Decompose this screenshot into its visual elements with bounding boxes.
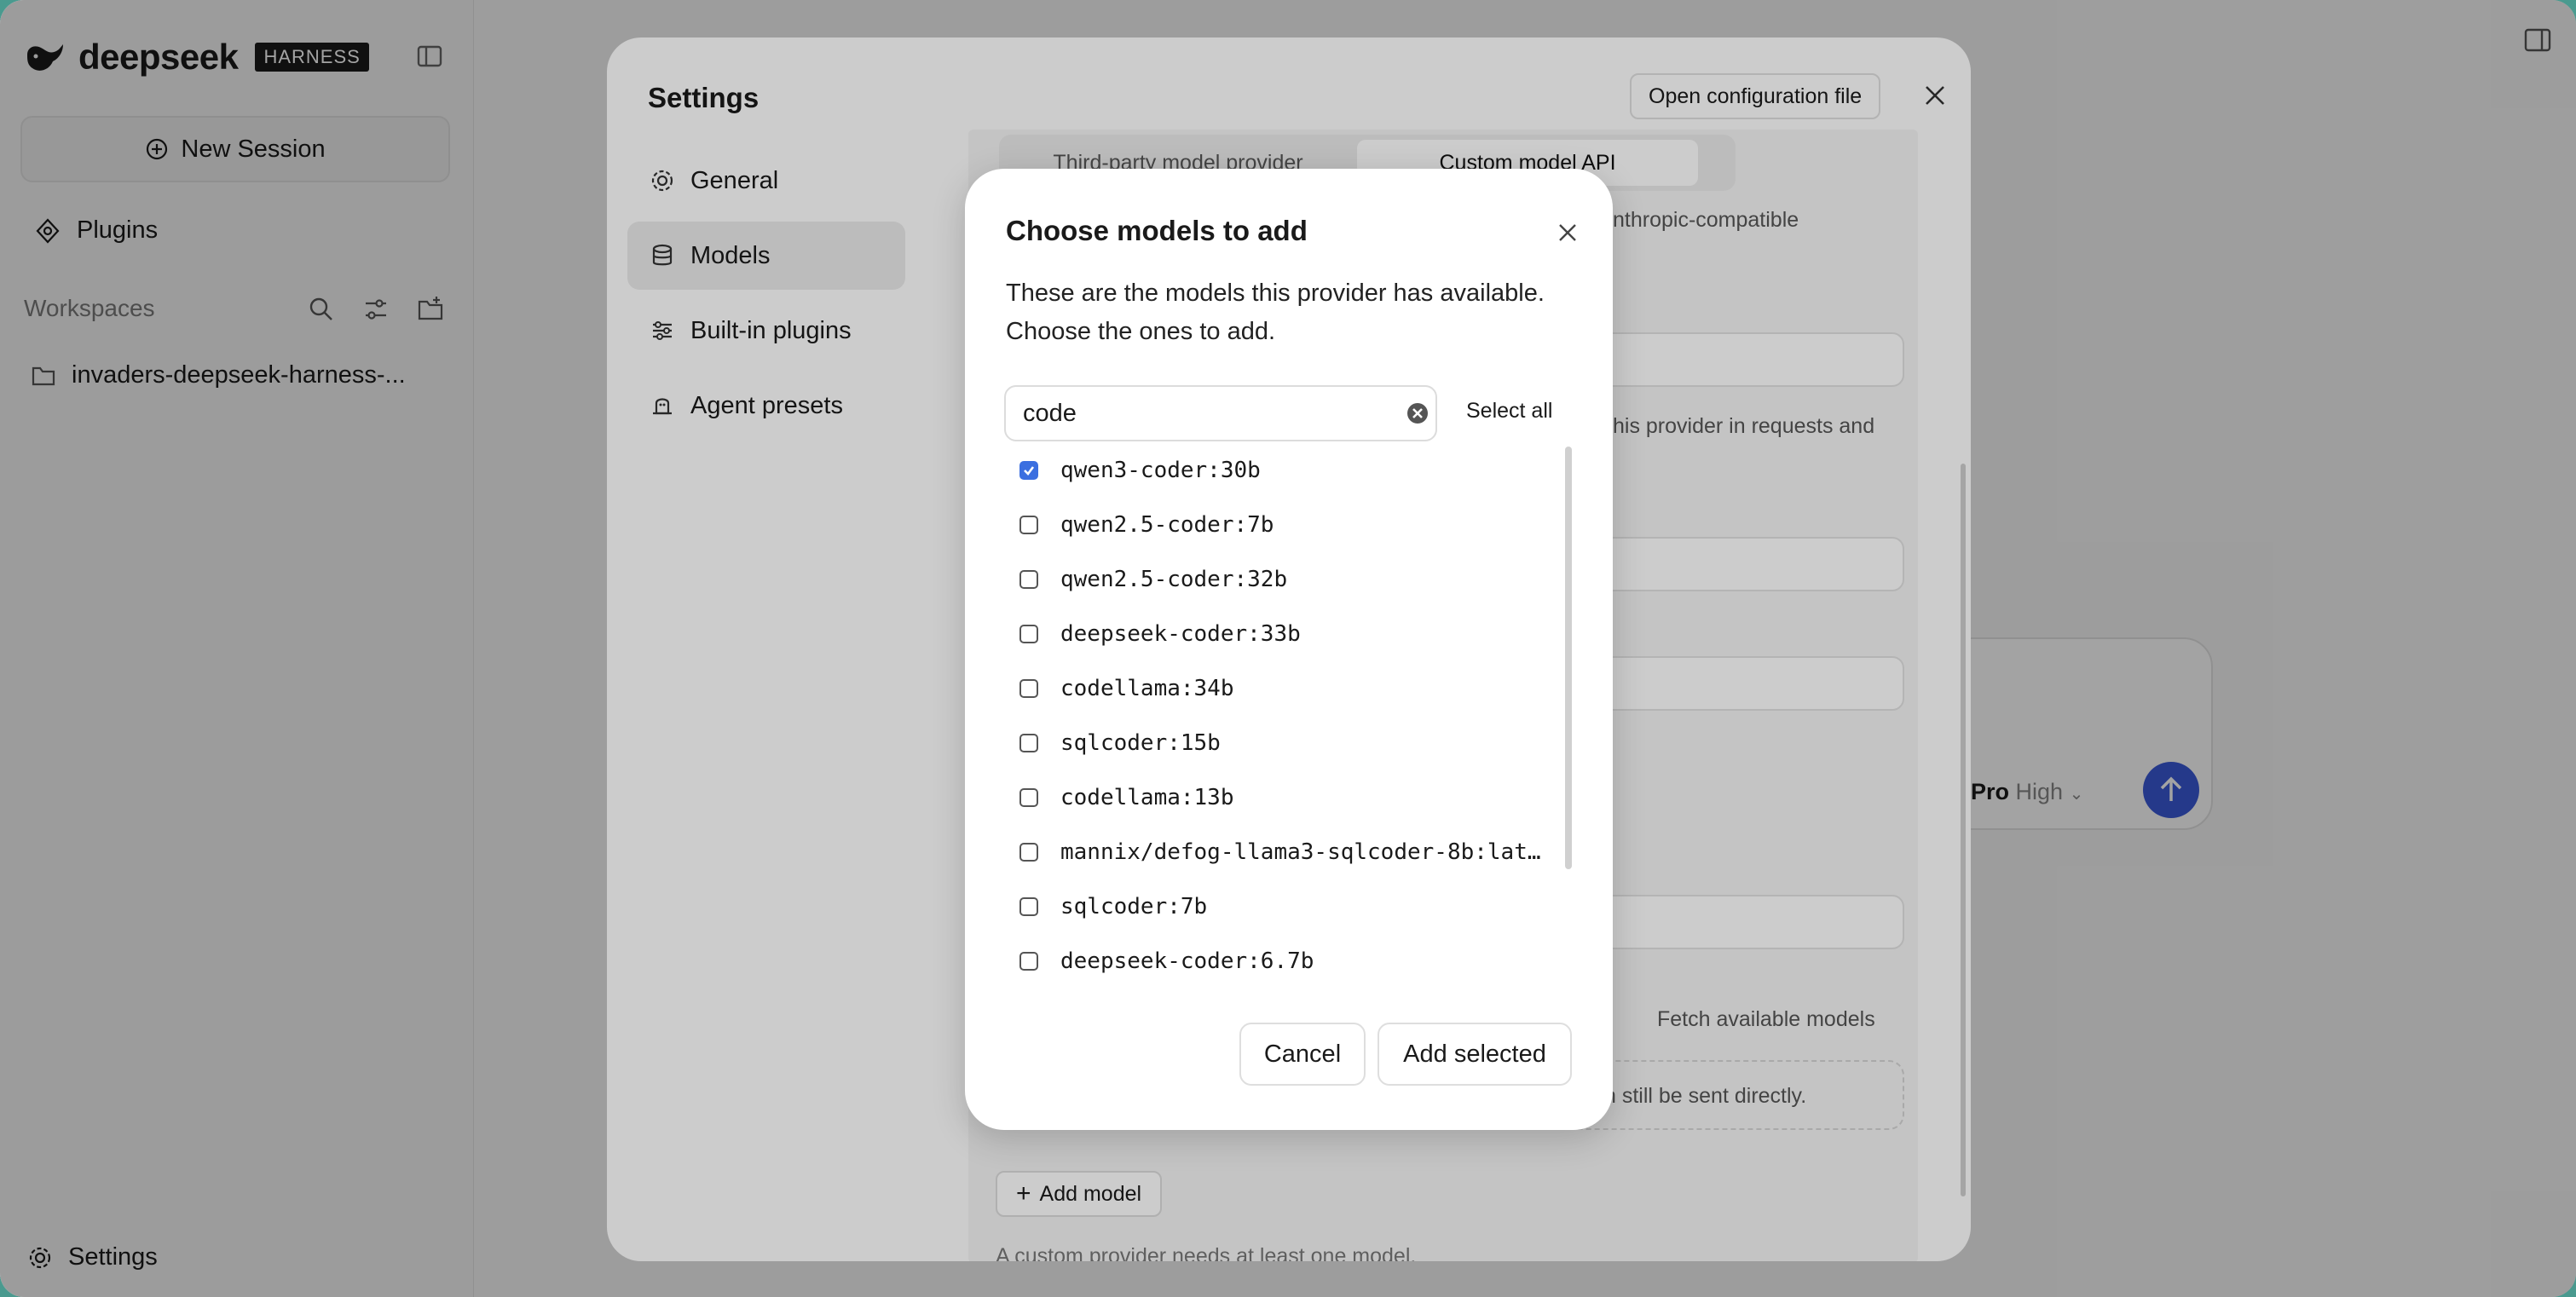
model-name: sqlcoder:15b (1060, 730, 1221, 756)
model-name: deepseek-coder:6.7b (1060, 948, 1314, 974)
select-all-button[interactable]: Select all (1466, 399, 1552, 424)
model-row[interactable]: sqlcoder:7b (1004, 879, 1567, 934)
model-list-scrollbar[interactable] (1565, 447, 1572, 869)
model-row[interactable]: qwen2.5-coder:7b (1004, 498, 1567, 552)
close-icon[interactable] (1553, 218, 1582, 247)
checkbox[interactable] (1019, 679, 1038, 698)
cancel-button[interactable]: Cancel (1239, 1023, 1366, 1086)
add-selected-button[interactable]: Add selected (1378, 1023, 1572, 1086)
checkbox[interactable] (1019, 843, 1038, 862)
model-name: codellama:13b (1060, 785, 1234, 810)
model-row[interactable]: qwen3-coder:30b (1004, 443, 1567, 498)
clear-search-icon[interactable] (1405, 401, 1430, 426)
model-list: qwen3-coder:30b qwen2.5-coder:7b qwen2.5… (1004, 443, 1567, 989)
checkmark-icon (1024, 466, 1035, 476)
model-row[interactable]: qwen2.5-coder:32b (1004, 552, 1567, 607)
model-row[interactable]: sqlcoder:15b (1004, 716, 1567, 770)
model-name: mannix/defog-llama3-sqlcoder-8b:lat… (1060, 839, 1541, 865)
model-name: qwen2.5-coder:7b (1060, 512, 1274, 538)
checkbox[interactable] (1019, 461, 1038, 480)
checkbox[interactable] (1019, 625, 1038, 643)
checkbox[interactable] (1019, 788, 1038, 807)
choose-models-dialog: Choose models to add These are the model… (965, 169, 1613, 1130)
model-name: qwen3-coder:30b (1060, 458, 1261, 483)
model-name: sqlcoder:7b (1060, 894, 1208, 919)
checkbox[interactable] (1019, 897, 1038, 916)
dialog-title: Choose models to add (1006, 215, 1308, 246)
model-search-input[interactable] (1023, 387, 1398, 440)
app-window: deepseek HARNESS New Session Plugins Wor… (0, 0, 2576, 1297)
model-row[interactable]: codellama:34b (1004, 661, 1567, 716)
model-row[interactable]: deepseek-coder:6.7b (1004, 934, 1567, 989)
model-name: codellama:34b (1060, 676, 1234, 701)
model-row[interactable]: mannix/defog-llama3-sqlcoder-8b:lat… (1004, 825, 1567, 879)
checkbox[interactable] (1019, 734, 1038, 752)
model-search-box (1004, 385, 1437, 441)
model-name: qwen2.5-coder:32b (1060, 567, 1288, 592)
dialog-description: These are the models this provider has a… (1006, 280, 1545, 345)
checkbox[interactable] (1019, 570, 1038, 589)
checkbox[interactable] (1019, 952, 1038, 971)
model-name: deepseek-coder:33b (1060, 621, 1301, 647)
model-row[interactable]: deepseek-coder:33b (1004, 607, 1567, 661)
checkbox[interactable] (1019, 516, 1038, 534)
model-row[interactable]: codellama:13b (1004, 770, 1567, 825)
